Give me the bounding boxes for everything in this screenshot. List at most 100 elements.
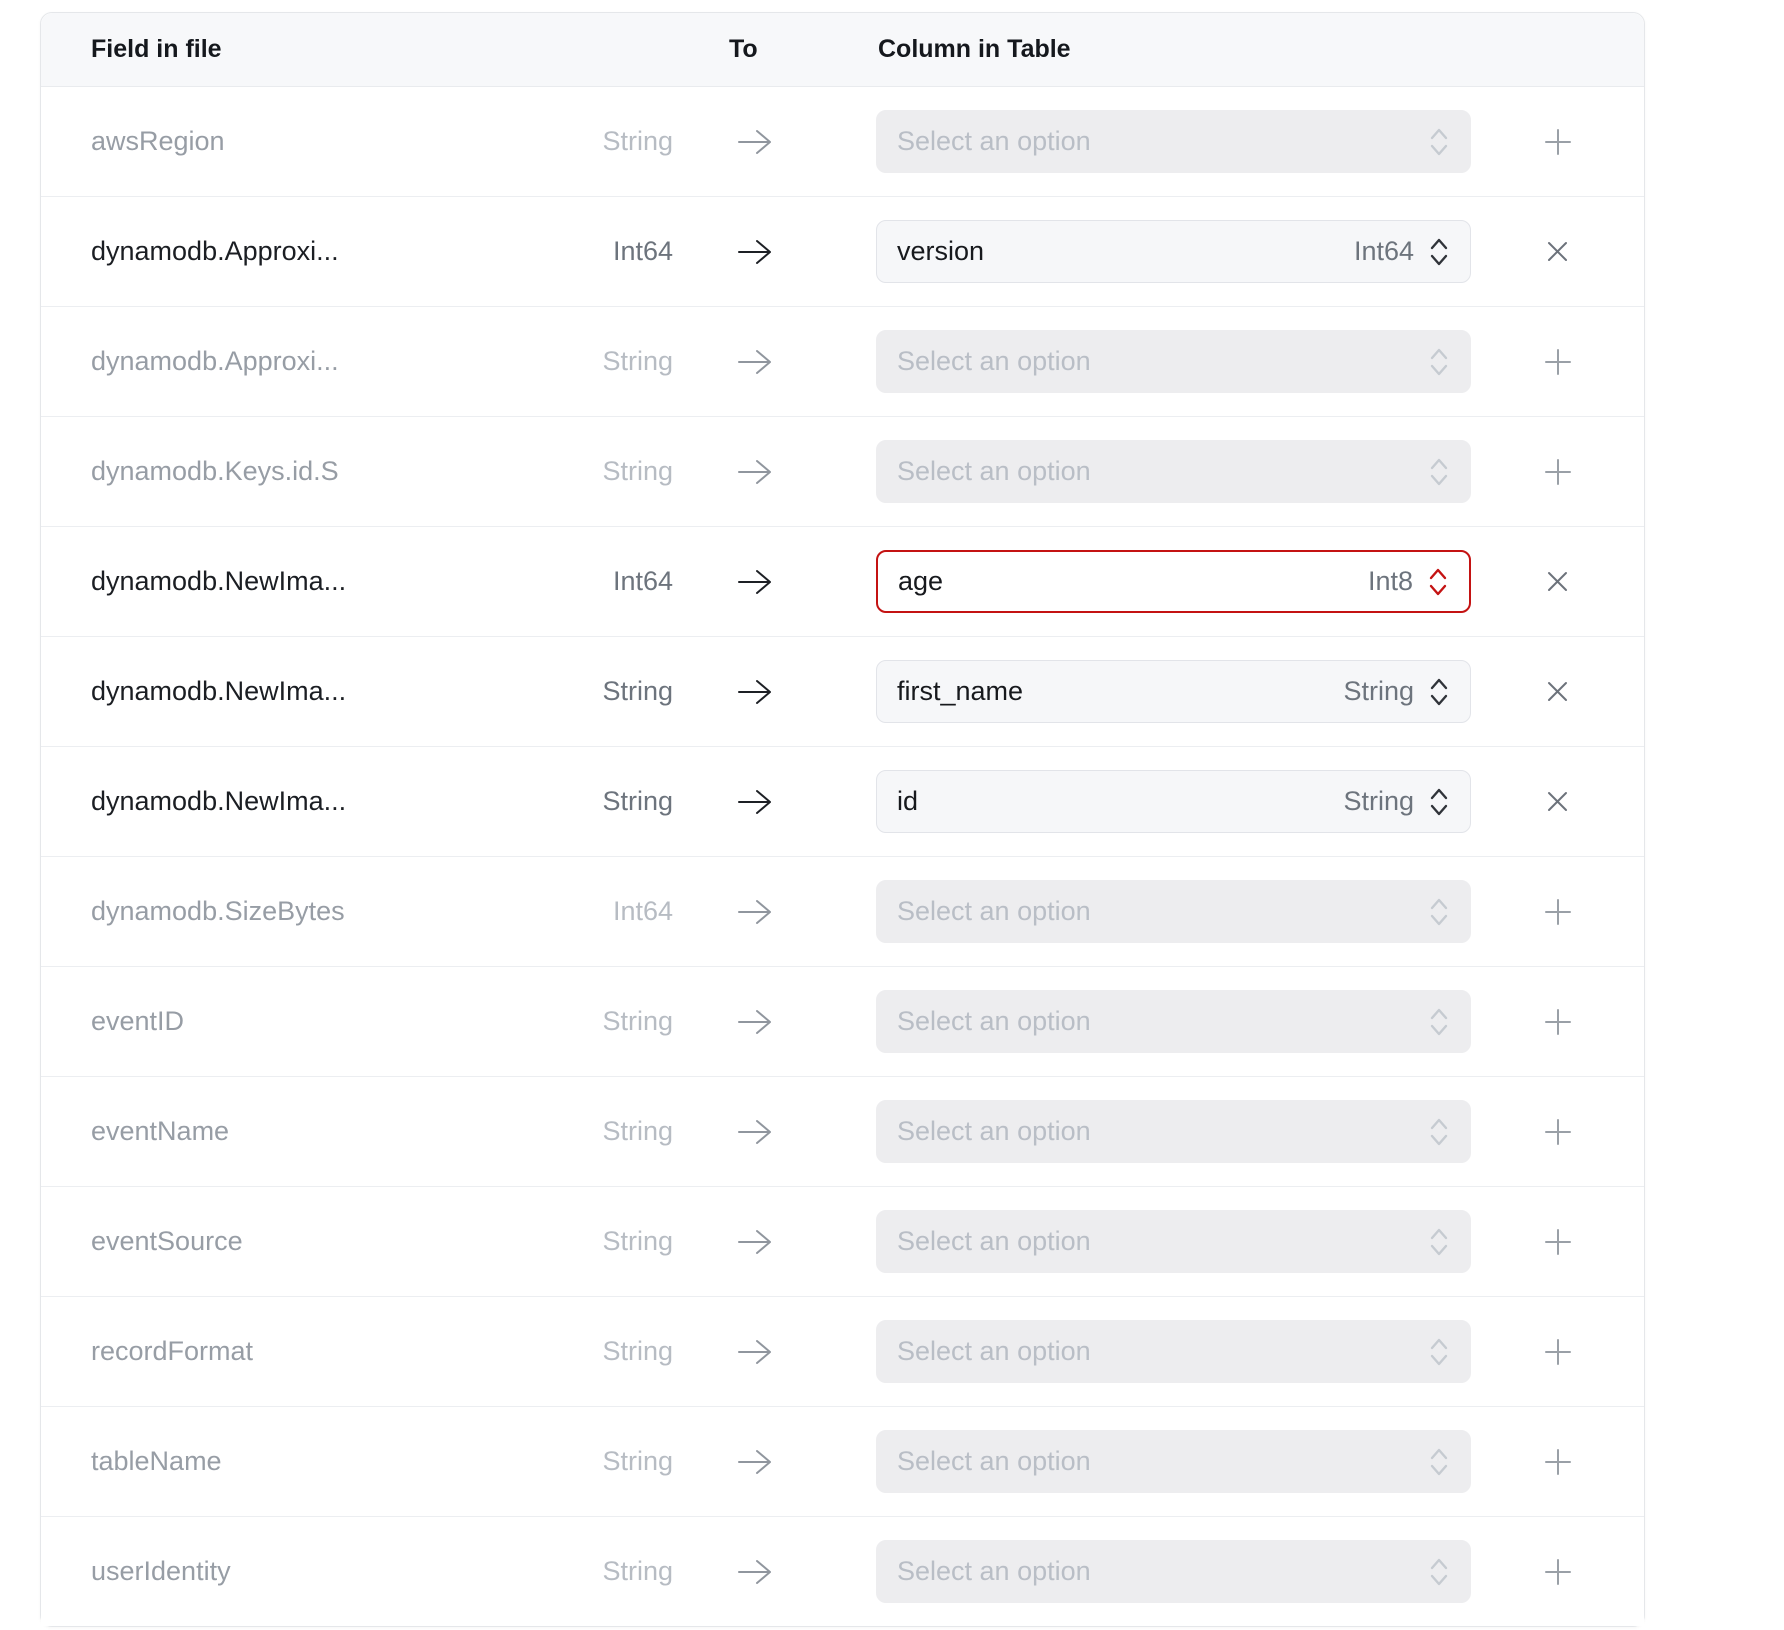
field-name: eventID: [91, 1006, 184, 1037]
mapping-row: eventSource String Select an option: [41, 1187, 1644, 1297]
plus-icon: [1543, 1227, 1573, 1257]
add-mapping-button[interactable]: [1537, 121, 1579, 163]
arrow-right-icon: [737, 458, 773, 486]
mapping-row: tableName String Select an option: [41, 1407, 1644, 1517]
field-name: dynamodb.NewIma...: [91, 676, 346, 707]
close-icon: [1544, 568, 1571, 595]
arrow-right-icon: [737, 1118, 773, 1146]
plus-icon: [1543, 1007, 1573, 1037]
plus-icon: [1543, 1337, 1573, 1367]
selected-column-name: Select an option: [897, 456, 1091, 487]
mapping-row: dynamodb.NewIma... Int64 age Int8: [41, 527, 1644, 637]
selected-column-name: Select an option: [897, 896, 1091, 927]
mapping-row: eventID String Select an option: [41, 967, 1644, 1077]
arrow-right-icon: [737, 238, 773, 266]
column-header-column-in-table: Column in Table: [876, 35, 1471, 64]
selected-column-name: Select an option: [897, 1006, 1091, 1037]
column-select: Select an option: [876, 1210, 1471, 1273]
field-name: dynamodb.NewIma...: [91, 566, 346, 597]
field-type: Int64: [613, 566, 673, 597]
column-select: Select an option: [876, 110, 1471, 173]
arrow-right-icon: [737, 898, 773, 926]
field-type: String: [602, 456, 673, 487]
chevron-up-down-icon: [1428, 1225, 1450, 1259]
chevron-up-down-icon: [1428, 675, 1450, 709]
add-mapping-button[interactable]: [1537, 451, 1579, 493]
field-name: eventSource: [91, 1226, 243, 1257]
selected-column-name: age: [898, 566, 943, 597]
field-mapping-table: Field in file To Column in Table awsRegi…: [40, 12, 1645, 1627]
field-name: recordFormat: [91, 1336, 253, 1367]
selected-column-name: Select an option: [897, 1556, 1091, 1587]
selected-column-type: Int8: [1368, 566, 1413, 597]
plus-icon: [1543, 1117, 1573, 1147]
plus-icon: [1543, 127, 1573, 157]
chevron-up-down-icon: [1428, 1335, 1450, 1369]
selected-column-name: Select an option: [897, 126, 1091, 157]
close-icon: [1544, 238, 1571, 265]
column-select: Select an option: [876, 1320, 1471, 1383]
selected-column-type: Int64: [1354, 236, 1414, 267]
remove-mapping-button[interactable]: [1538, 562, 1577, 601]
arrow-right-icon: [737, 678, 773, 706]
column-select: Select an option: [876, 1430, 1471, 1493]
field-name: dynamodb.Approxi...: [91, 346, 339, 377]
selected-column-name: Select an option: [897, 1116, 1091, 1147]
plus-icon: [1543, 1447, 1573, 1477]
field-name: tableName: [91, 1446, 222, 1477]
plus-icon: [1543, 457, 1573, 487]
field-type: String: [602, 1116, 673, 1147]
add-mapping-button[interactable]: [1537, 1551, 1579, 1593]
field-name: eventName: [91, 1116, 229, 1147]
field-name: dynamodb.Approxi...: [91, 236, 339, 267]
add-mapping-button[interactable]: [1537, 1111, 1579, 1153]
selected-column-name: Select an option: [897, 1226, 1091, 1257]
column-select[interactable]: id String: [876, 770, 1471, 833]
column-select[interactable]: version Int64: [876, 220, 1471, 283]
arrow-right-icon: [737, 1228, 773, 1256]
field-type: String: [602, 1006, 673, 1037]
arrow-right-icon: [737, 1338, 773, 1366]
table-header: Field in file To Column in Table: [41, 13, 1644, 87]
mapping-row: dynamodb.SizeBytes Int64 Select an optio…: [41, 857, 1644, 967]
field-type: String: [602, 676, 673, 707]
arrow-right-icon: [737, 1448, 773, 1476]
selected-column-type: String: [1343, 786, 1414, 817]
field-type: String: [602, 1336, 673, 1367]
mapping-row: dynamodb.NewIma... String id String: [41, 747, 1644, 857]
add-mapping-button[interactable]: [1537, 341, 1579, 383]
chevron-up-down-icon: [1427, 565, 1449, 599]
add-mapping-button[interactable]: [1537, 1001, 1579, 1043]
add-mapping-button[interactable]: [1537, 891, 1579, 933]
arrow-right-icon: [737, 568, 773, 596]
column-header-to: To: [673, 35, 876, 64]
chevron-up-down-icon: [1428, 785, 1450, 819]
add-mapping-button[interactable]: [1537, 1441, 1579, 1483]
add-mapping-button[interactable]: [1537, 1331, 1579, 1373]
chevron-up-down-icon: [1428, 455, 1450, 489]
selected-column-name: Select an option: [897, 346, 1091, 377]
column-select: Select an option: [876, 1100, 1471, 1163]
field-name: dynamodb.SizeBytes: [91, 896, 345, 927]
remove-mapping-button[interactable]: [1538, 782, 1577, 821]
arrow-right-icon: [737, 1008, 773, 1036]
field-type: Int64: [613, 236, 673, 267]
chevron-up-down-icon: [1428, 1005, 1450, 1039]
chevron-up-down-icon: [1428, 895, 1450, 929]
close-icon: [1544, 678, 1571, 705]
chevron-up-down-icon: [1428, 1115, 1450, 1149]
chevron-up-down-icon: [1428, 1555, 1450, 1589]
mapping-row: awsRegion String Select an option: [41, 87, 1644, 197]
column-select[interactable]: first_name String: [876, 660, 1471, 723]
field-name: dynamodb.NewIma...: [91, 786, 346, 817]
field-type: String: [602, 346, 673, 377]
mapping-row: dynamodb.Approxi... String Select an opt…: [41, 307, 1644, 417]
column-select[interactable]: age Int8: [876, 550, 1471, 613]
remove-mapping-button[interactable]: [1538, 672, 1577, 711]
remove-mapping-button[interactable]: [1538, 232, 1577, 271]
plus-icon: [1543, 897, 1573, 927]
column-select: Select an option: [876, 440, 1471, 503]
column-header-field-in-file: Field in file: [41, 35, 673, 64]
add-mapping-button[interactable]: [1537, 1221, 1579, 1263]
plus-icon: [1543, 1557, 1573, 1587]
